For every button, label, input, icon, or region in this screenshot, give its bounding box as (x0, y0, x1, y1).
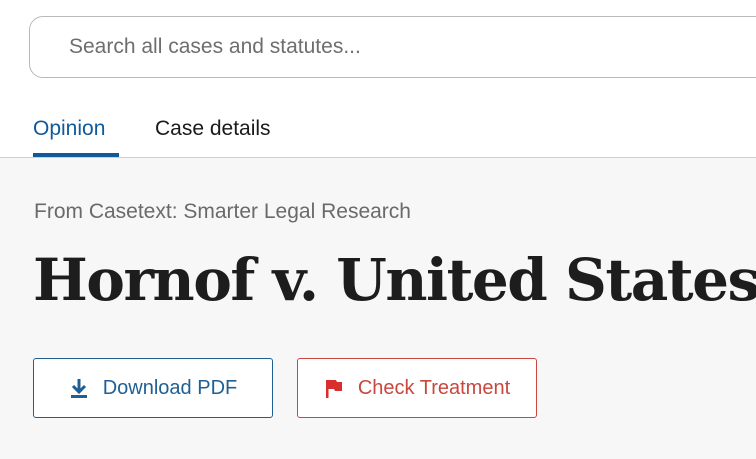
search-box[interactable] (29, 16, 756, 78)
search-input[interactable] (69, 17, 729, 77)
download-icon (69, 377, 89, 399)
page-title: Hornof v. United States (33, 246, 756, 314)
download-pdf-label: Download PDF (102, 376, 238, 399)
tab-bar: Opinion Case details (0, 110, 756, 158)
tab-case-details[interactable]: Case details (155, 110, 271, 158)
download-pdf-button[interactable]: Download PDF (33, 358, 273, 418)
case-header: From Casetext: Smarter Legal Research Ho… (0, 158, 756, 459)
source-attribution: From Casetext: Smarter Legal Research (34, 200, 411, 223)
top-bar: Opinion Case details (0, 0, 756, 158)
check-treatment-label: Check Treatment (357, 376, 511, 399)
tab-opinion[interactable]: Opinion (33, 110, 119, 158)
check-treatment-button[interactable]: Check Treatment (297, 358, 537, 418)
flag-icon (324, 377, 344, 399)
